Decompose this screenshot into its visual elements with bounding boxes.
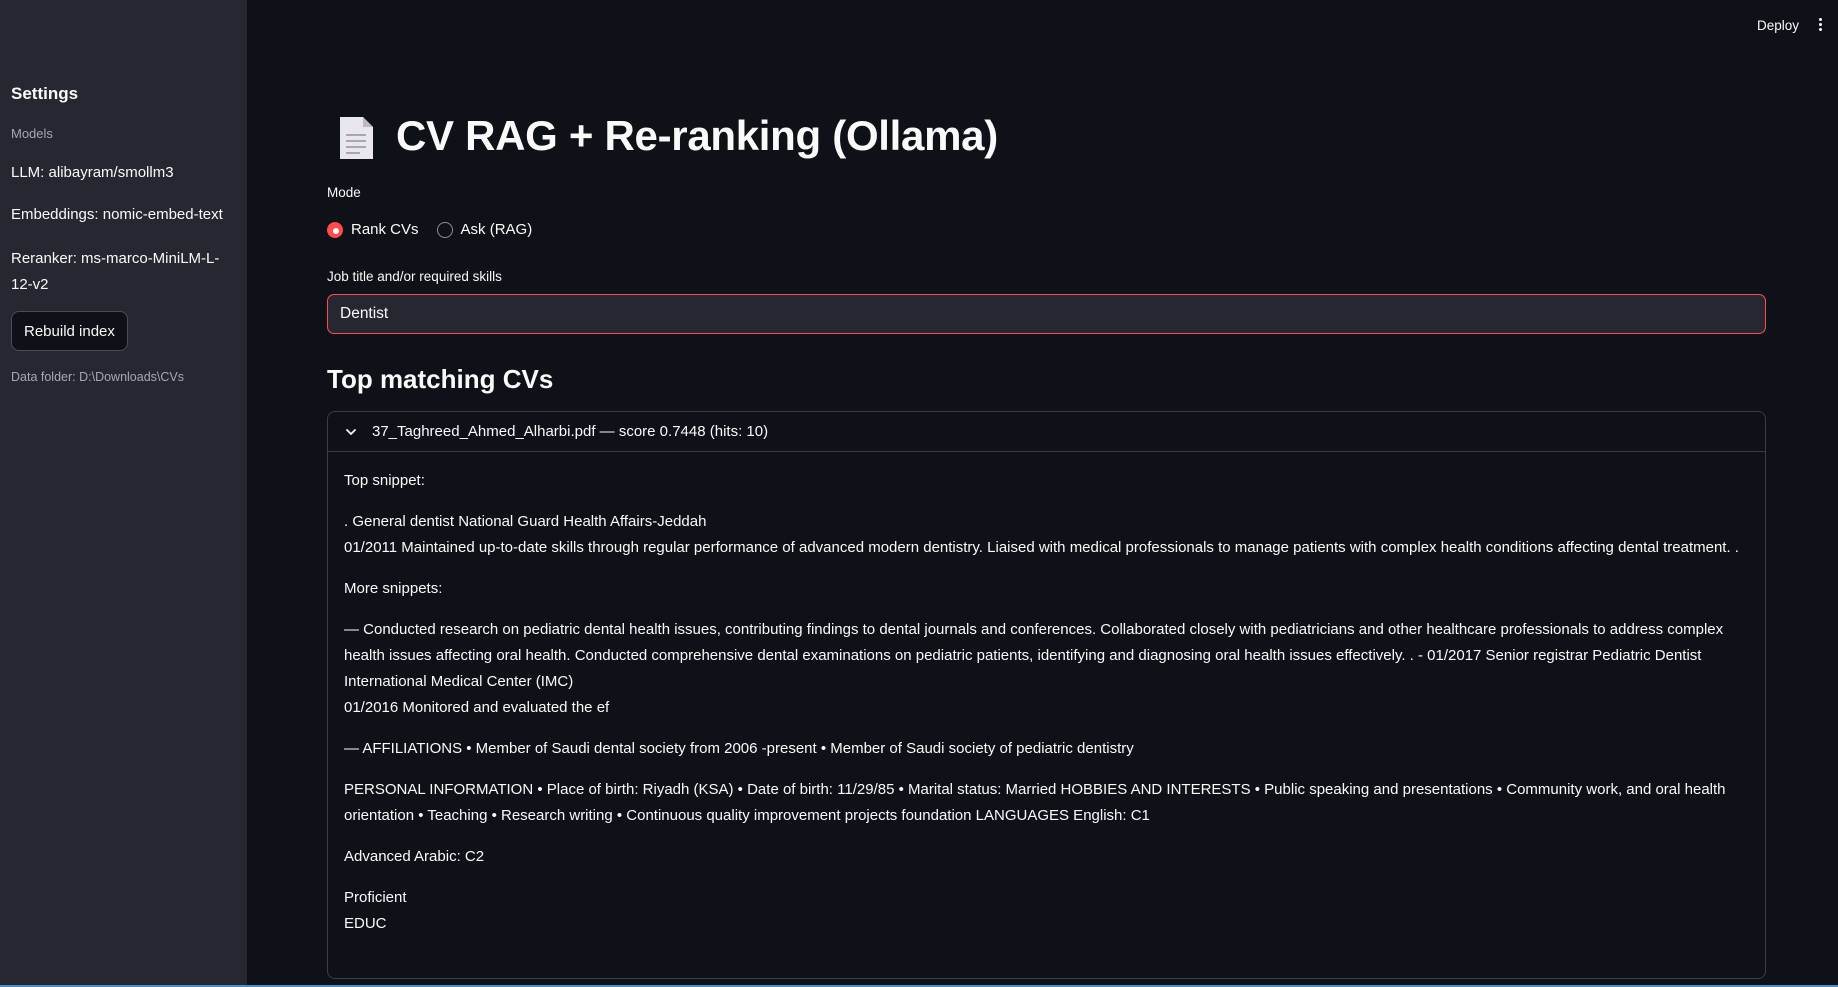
deploy-button[interactable]: Deploy — [1757, 18, 1799, 33]
snippet-1: — Conducted research on pediatric dental… — [344, 617, 1749, 721]
radio-unselected-icon — [436, 221, 453, 238]
job-skills-input[interactable] — [327, 294, 1766, 334]
app: Settings Models LLM: alibayram/smollm3 E… — [0, 0, 1838, 987]
sidebar-title: Settings — [11, 84, 79, 103]
snippet-5-text-cont: EDUC — [344, 915, 387, 932]
cv-result-title: 37_Taghreed_Ahmed_Alharbi.pdf — score 0.… — [372, 423, 769, 440]
radio-ask-rag-label: Ask (RAG) — [460, 221, 533, 238]
snippet-2: — AFFILIATIONS • Member of Saudi dental … — [344, 740, 1134, 757]
data-folder-text: Data folder: D:\Downloads\CVs — [11, 370, 184, 384]
top-snippet: . General dentist National Guard Health … — [344, 509, 1749, 561]
sidebar: Settings Models LLM: alibayram/smollm3 E… — [0, 0, 247, 987]
embeddings-model-text: Embeddings: nomic-embed-text — [11, 206, 223, 223]
snippet-5: Proficient EDUC — [344, 885, 1749, 937]
radio-rank-cvs-label: Rank CVs — [351, 221, 419, 238]
mode-label: Mode — [327, 185, 361, 200]
models-label: Models — [11, 126, 53, 141]
snippet-1-text-cont: 01/2016 Monitored and evaluated the ef — [344, 699, 610, 716]
rebuild-index-button[interactable]: Rebuild index — [11, 311, 128, 351]
page-title: CV RAG + Re-ranking (Ollama) — [396, 112, 998, 159]
radio-ask-rag[interactable]: Ask (RAG) — [436, 221, 533, 238]
snippet-3: PERSONAL INFORMATION • Place of birth: R… — [344, 781, 1726, 824]
page-document-icon — [340, 117, 373, 159]
reranker-model-text: Reranker: ms-marco-MiniLM-L-12-v2 — [11, 250, 220, 293]
snippet-5-text: Proficient — [344, 889, 407, 906]
mode-radio-group: Rank CVs Ask (RAG) — [327, 221, 532, 238]
radio-rank-cvs[interactable]: Rank CVs — [327, 221, 419, 238]
cv-result-expander-header[interactable]: 37_Taghreed_Ahmed_Alharbi.pdf — score 0.… — [328, 412, 1765, 452]
more-snippets-label: More snippets: — [344, 580, 443, 597]
radio-selected-icon — [327, 221, 343, 238]
top-snippet-label: Top snippet: — [344, 472, 425, 489]
section-title: Top matching CVs — [327, 364, 554, 394]
top-snippet-line-1: . General dentist National Guard Health … — [344, 513, 707, 530]
cv-result-expander: 37_Taghreed_Ahmed_Alharbi.pdf — score 0.… — [327, 411, 1766, 979]
cv-result-body: Top snippet: . General dentist National … — [328, 452, 1765, 937]
kebab-menu-icon[interactable] — [1816, 16, 1824, 36]
llm-model-text: LLM: alibayram/smollm3 — [11, 164, 174, 181]
snippet-4: Advanced Arabic: C2 — [344, 848, 485, 865]
top-snippet-line-2: 01/2011 Maintained up-to-date skills thr… — [344, 539, 1739, 556]
snippet-1-text: — Conducted research on pediatric dental… — [344, 621, 1724, 690]
chevron-down-icon — [346, 428, 356, 435]
job-input-label: Job title and/or required skills — [327, 269, 502, 284]
